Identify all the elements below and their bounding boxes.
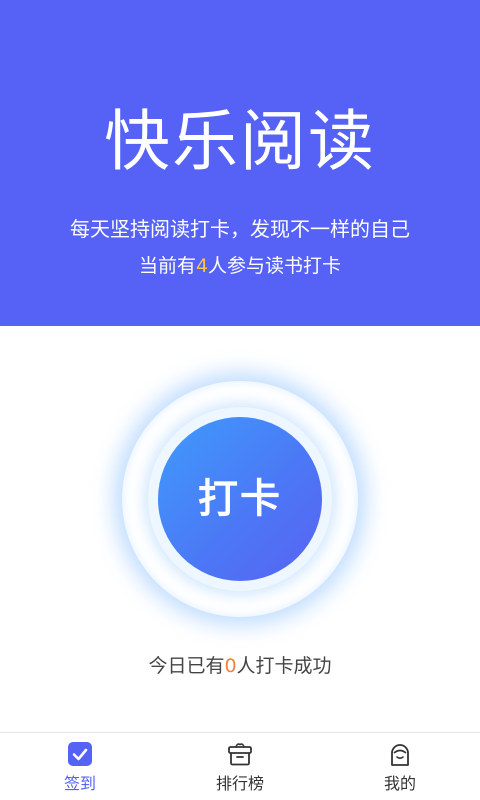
tab-ranking[interactable]: 排行榜 <box>160 733 320 800</box>
today-status-suffix: 人打卡成功 <box>236 655 332 677</box>
app-subtitle: 每天坚持阅读打卡，发现不一样的自己 <box>70 217 410 241</box>
today-checkin-status: 今日已有0人打卡成功 <box>0 652 480 680</box>
tab-profile-label: 我的 <box>383 774 416 793</box>
bottom-tab-bar: 签到 排行榜 我的 <box>0 732 480 800</box>
participant-count-suffix: 人参与读书打卡 <box>208 255 342 277</box>
ranking-box-icon <box>227 741 253 767</box>
tab-ranking-label: 排行榜 <box>215 774 264 793</box>
tab-checkin[interactable]: 签到 <box>0 733 160 800</box>
today-status-value: 0 <box>224 655 237 677</box>
app-root: 快乐阅读 每天坚持阅读打卡，发现不一样的自己 当前有4人参与读书打卡 打卡 今日… <box>0 0 480 800</box>
checkin-button[interactable]: 打卡 <box>158 417 322 581</box>
participant-count-prefix: 当前有 <box>138 255 196 277</box>
app-title: 快乐阅读 <box>104 103 376 180</box>
participant-count-value: 4 <box>195 255 209 277</box>
tab-checkin-label: 签到 <box>63 774 96 793</box>
today-status-prefix: 今日已有 <box>148 655 225 677</box>
checkin-area: 打卡 今日已有0人打卡成功 <box>0 326 480 732</box>
tab-profile[interactable]: 我的 <box>320 733 480 800</box>
header-banner: 快乐阅读 每天坚持阅读打卡，发现不一样的自己 当前有4人参与读书打卡 <box>0 0 480 326</box>
profile-icon <box>387 741 413 767</box>
participant-count-line: 当前有4人参与读书打卡 <box>0 252 480 280</box>
check-square-icon <box>67 741 93 767</box>
